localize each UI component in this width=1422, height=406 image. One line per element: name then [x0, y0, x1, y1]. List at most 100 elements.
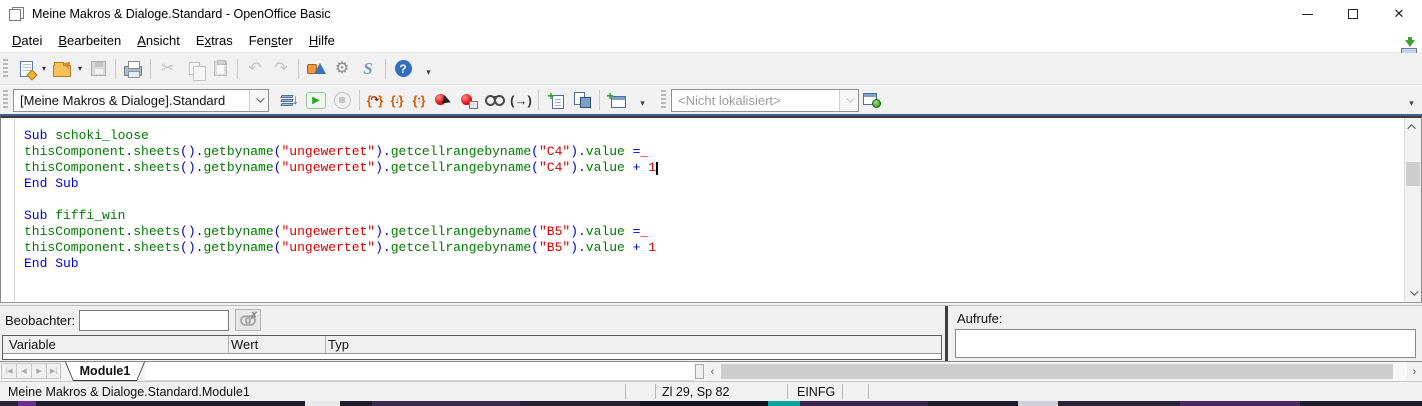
step-out-button[interactable]: {↑} [408, 87, 430, 113]
find-parentheses-icon: (→) [510, 93, 532, 108]
watch-table[interactable]: Variable Wert Typ [2, 335, 942, 360]
code-line[interactable]: thisComponent.sheets().getbyname("ungewe… [24, 144, 1404, 160]
menu-item-fenster[interactable]: Fenster [241, 30, 301, 51]
menu-item-hilfe[interactable]: Hilfe [301, 30, 343, 51]
toolbar-overflow-button[interactable]: ▾ [1405, 89, 1418, 111]
shapes-icon [307, 61, 325, 77]
menu-item-bearbeiten[interactable]: Bearbeiten [50, 30, 129, 51]
run-icon: ▶ [306, 92, 326, 109]
taskbar-sliver [0, 401, 1422, 406]
code-line[interactable]: thisComponent.sheets().getbyname("ungewe… [24, 240, 1404, 256]
find-parentheses-button[interactable]: (→) [508, 87, 534, 113]
insert-module-button[interactable]: + [543, 87, 569, 113]
code-line[interactable]: End Sub [24, 256, 1404, 272]
scroll-down-button[interactable] [1405, 285, 1421, 301]
watch-input[interactable] [79, 310, 229, 331]
toolbar-grip[interactable] [661, 90, 666, 110]
code-text[interactable]: Sub schoki_loosethisComponent.sheets().g… [15, 118, 1404, 302]
new-document-button[interactable] [13, 56, 39, 82]
watch-glasses-icon [485, 95, 505, 105]
toolbar-overflow-button[interactable]: ▾ [422, 58, 435, 80]
procedure-step-button[interactable]: {↷} [364, 87, 386, 113]
code-line[interactable]: thisComponent.sheets().getbyname("ungewe… [24, 160, 1404, 176]
stop-button [329, 87, 355, 113]
scroll-up-button[interactable] [1405, 119, 1421, 135]
close-button[interactable]: ✕ [1376, 0, 1422, 28]
library-selector[interactable]: [Meine Makros & Dialoge].Standard [13, 89, 269, 112]
cut-button: ✂ [155, 56, 181, 82]
window-title: Meine Makros & Dialoge.Standard - OpenOf… [32, 7, 331, 21]
tab-strip-empty-area [145, 362, 694, 381]
language-selector-value: <Nicht lokalisiert> [672, 93, 839, 108]
code-line[interactable]: End Sub [24, 176, 1404, 192]
toolbar-separator [599, 90, 600, 110]
calls-list[interactable] [955, 329, 1416, 358]
options-button[interactable]: ⚙ [329, 56, 355, 82]
breakpoint-button[interactable] [430, 87, 456, 113]
open-dropdown[interactable]: ▾ [75, 56, 85, 82]
gear-icon: ⚙ [335, 61, 349, 77]
save-source-button[interactable] [569, 87, 595, 113]
manage-languages-button[interactable] [859, 87, 885, 113]
toolbar-separator [115, 59, 116, 79]
select-object-button[interactable] [303, 56, 329, 82]
vertical-scrollbar-thumb[interactable] [1406, 162, 1420, 186]
breakpoint-icon [435, 92, 451, 108]
undo-icon: ↶ [248, 61, 261, 77]
copy-icon [189, 62, 200, 75]
compile-button[interactable]: ↓ [277, 87, 303, 113]
new-document-dropdown[interactable]: ▾ [39, 56, 49, 82]
breakpoint-gutter[interactable] [1, 118, 15, 302]
menu-bar: DateiBearbeitenAnsichtExtrasFensterHilfe [0, 28, 1422, 53]
tab-nav-last-button: ▶| [46, 363, 61, 379]
watch-column-typ[interactable]: Typ [328, 337, 349, 352]
toolbar-grip[interactable] [3, 59, 8, 79]
open-button[interactable] [49, 56, 75, 82]
code-line[interactable]: Sub schoki_loose [24, 128, 1404, 144]
module-tab-bar: |◀ ◀ ▶ ▶| Module1 ‹ › [0, 361, 1422, 381]
watch-column-variable[interactable]: Variable [9, 337, 56, 352]
modules-dialog-button[interactable]: + [604, 87, 630, 113]
calls-panel: Aufrufe: [948, 306, 1422, 361]
status-document: Meine Makros & Dialoge.Standard.Module1 [8, 385, 250, 399]
scroll-right-button[interactable]: › [1407, 362, 1422, 381]
column-divider[interactable] [325, 336, 326, 353]
menu-item-extras[interactable]: Extras [188, 30, 241, 51]
status-insert-mode[interactable]: EINFG [797, 385, 835, 399]
watch-column-wert[interactable]: Wert [231, 337, 258, 352]
step-out-icon: {↑} [412, 93, 425, 108]
print-button[interactable] [120, 56, 146, 82]
code-line[interactable]: Sub fiffi_win [24, 208, 1404, 224]
maximize-button[interactable] [1330, 0, 1376, 28]
scrollbar-splitter-handle[interactable] [695, 364, 704, 379]
column-divider[interactable] [228, 336, 229, 353]
modules-dialog-icon: + [609, 93, 626, 108]
enable-watch-button[interactable] [482, 87, 508, 113]
manage-breakpoints-button[interactable] [456, 87, 482, 113]
vertical-scrollbar[interactable] [1404, 118, 1421, 302]
toolbar-grip[interactable] [3, 90, 8, 110]
horizontal-scrollbar-thumb[interactable] [721, 364, 1393, 379]
scroll-left-button[interactable]: ‹ [705, 362, 720, 381]
code-line[interactable] [24, 192, 1404, 208]
horizontal-scrollbar[interactable] [720, 362, 1407, 381]
script-scroll-icon: S [363, 59, 372, 79]
watch-table-header: Variable Wert Typ [3, 336, 941, 354]
macro-organizer-button[interactable]: S [355, 56, 381, 82]
tab-module1[interactable]: Module1 [65, 362, 145, 381]
minimize-button[interactable] [1284, 0, 1330, 28]
menu-item-datei[interactable]: Datei [4, 30, 50, 51]
chevron-down-icon [846, 94, 854, 102]
tab-module1-label: Module1 [66, 362, 144, 380]
help-button[interactable]: ? [390, 56, 416, 82]
calls-label: Aufrufe: [957, 311, 1003, 326]
library-selector-value: [Meine Makros & Dialoge].Standard [14, 93, 249, 108]
run-button[interactable]: ▶ [303, 87, 329, 113]
toolbar-overflow-button[interactable]: ▾ [636, 89, 649, 111]
library-selector-dropdown-button[interactable] [249, 90, 268, 111]
menu-item-ansicht[interactable]: Ansicht [129, 30, 188, 51]
single-step-button[interactable]: {↓} [386, 87, 408, 113]
status-separator [787, 384, 788, 399]
code-line[interactable]: thisComponent.sheets().getbyname("ungewe… [24, 224, 1404, 240]
code-editor[interactable]: Sub schoki_loosethisComponent.sheets().g… [0, 116, 1422, 302]
